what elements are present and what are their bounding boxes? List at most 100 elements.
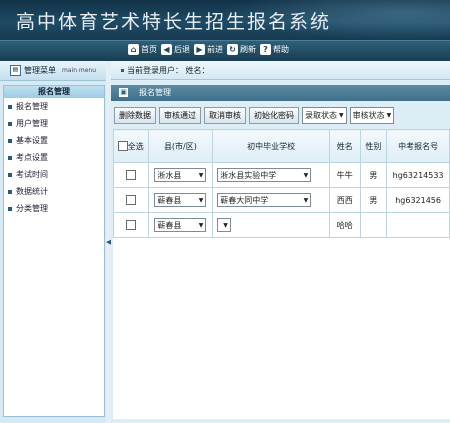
bullet-icon	[121, 68, 124, 72]
county-cell: 蕲春县 ▼	[147, 187, 214, 213]
registration-table-wrapper: 全选 县(市/区) 初中毕业学校 姓名 性别 中考报名号 淅水县 ▼ 淅水县实验中学…	[113, 129, 450, 419]
nav-label: 后退	[174, 45, 190, 54]
table-header-row: 全选 县(市/区) 初中毕业学校 姓名 性别 中考报名号	[113, 129, 450, 163]
county-select[interactable]: 淅水县 ▼	[154, 168, 207, 182]
table-row: 蕲春县 ▼ ▼ 哈哈	[113, 212, 450, 238]
gender-cell: 男	[359, 187, 388, 213]
top-nav-items: ⌂ 首页 ◀ 后退 ▶ 前进 ↻ 刷新 ? 帮助	[128, 44, 289, 55]
row-checkbox[interactable]	[125, 220, 136, 230]
chevron-down-icon: ▼	[386, 112, 392, 119]
toolbar-button[interactable]: 删除数据	[114, 107, 156, 124]
select-value: 蕲春县	[157, 220, 182, 230]
sidebar-item-label: 报名管理	[16, 102, 48, 111]
nav-home-button[interactable]: ⌂ 首页	[128, 44, 157, 55]
sidebar-items: 报名管理用户管理基本设置考点设置考试时间 数据统计 分类管理	[4, 98, 104, 217]
sidebar-title-en: main menu	[62, 67, 97, 74]
select-value: 录取状态	[305, 111, 337, 120]
school-cell: ▼	[212, 212, 330, 238]
section-icon: ▣	[119, 88, 128, 97]
name-header: 姓名	[328, 129, 361, 163]
school-header: 初中毕业学校	[212, 129, 330, 163]
nav-forward-button[interactable]: ▶ 前进	[194, 44, 223, 55]
nav-label: 刷新	[240, 45, 256, 54]
reg-no-cell	[386, 212, 450, 238]
gender-cell	[359, 212, 388, 238]
sidebar-item[interactable]: 用户管理	[4, 115, 104, 132]
current-user-label: 当前登录用户： 姓名：	[127, 65, 210, 75]
bullet-icon	[8, 104, 12, 109]
toolbar-button[interactable]: 初始化密码	[249, 107, 299, 124]
nav-label: 前进	[207, 45, 223, 54]
nav-back-button[interactable]: ◀ 后退	[161, 44, 190, 55]
name-cell: 西西	[328, 187, 361, 213]
select-value: 审核状态	[352, 111, 385, 120]
county-cell: 淅水县 ▼	[147, 162, 214, 188]
county-cell: 蕲春县 ▼	[147, 212, 214, 238]
app-header: 高中体育艺术特长生招生报名系统	[0, 0, 450, 40]
sidebar-item[interactable]: 报名管理	[4, 98, 104, 115]
name-cell: 哈哈	[328, 212, 361, 238]
home-icon: ⌂	[128, 44, 139, 55]
school-cell: 蕲春大同中学 ▼	[212, 187, 330, 213]
select-value: 蕲春大同中学	[220, 195, 269, 205]
county-select[interactable]: 蕲春县 ▼	[154, 193, 207, 207]
nav-label: 首页	[141, 45, 157, 54]
sidebar: ▤ 管理菜单 main menu 报名管理 报名管理用户管理基本设置考点设置考试…	[0, 61, 107, 423]
chevron-down-icon: ▼	[303, 171, 309, 179]
sidebar-item[interactable]: 考试时间	[4, 166, 104, 183]
sidebar-item-label: 基本设置	[16, 136, 48, 145]
bullet-icon	[8, 121, 12, 126]
sidebar-header: ▤ 管理菜单 main menu	[0, 61, 106, 81]
row-checkbox[interactable]	[125, 195, 136, 205]
sidebar-item[interactable]: 考点设置	[4, 149, 104, 166]
chevron-down-icon: ▼	[303, 196, 309, 204]
row-select-cell	[113, 212, 149, 238]
sidebar-item[interactable]: 基本设置	[4, 132, 104, 149]
back-icon: ◀	[161, 44, 172, 55]
reg-no-header: 中考报名号	[386, 129, 450, 163]
select-all-checkbox[interactable]	[117, 141, 128, 151]
gender-cell: 男	[359, 162, 388, 188]
toolbar-filter-select[interactable]: 录取状态 ▼	[302, 107, 347, 124]
row-checkbox[interactable]	[125, 170, 136, 180]
sidebar-title: 管理菜单	[24, 66, 56, 75]
table-row: 淅水县 ▼ 淅水县实验中学 ▼ 牛牛男 hg63214533	[113, 162, 450, 188]
select-all-header[interactable]: 全选	[113, 129, 149, 163]
sidebar-item[interactable]: 数据统计	[4, 183, 104, 200]
school-select[interactable]: 蕲春大同中学 ▼	[217, 193, 312, 207]
chevron-down-icon: ▼	[198, 196, 204, 204]
gender-header: 性别	[359, 129, 388, 163]
school-select[interactable]: ▼	[217, 218, 231, 232]
sidebar-item-label: 考点设置	[16, 153, 48, 162]
bullet-icon	[8, 138, 12, 143]
school-cell: 淅水县实验中学 ▼	[212, 162, 330, 188]
chevron-down-icon: ▼	[339, 112, 344, 119]
reg-no-cell: hg63214533	[386, 162, 450, 188]
nav-help-button[interactable]: ? 帮助	[260, 44, 289, 55]
refresh-icon: ↻	[227, 44, 238, 55]
user-bar: 当前登录用户： 姓名：	[111, 61, 450, 80]
top-nav: ⌂ 首页 ◀ 后退 ▶ 前进 ↻ 刷新 ? 帮助	[0, 40, 450, 61]
toolbar-filter-select[interactable]: 审核状态 ▼	[349, 107, 395, 124]
toolbar-button[interactable]: 取消审核	[204, 107, 246, 124]
nav-label: 帮助	[273, 45, 289, 54]
bullet-icon	[8, 172, 12, 177]
bullet-icon	[8, 206, 12, 211]
section-header: ▣ 报名管理	[111, 85, 450, 101]
sidebar-selected-group[interactable]: 报名管理	[4, 86, 104, 98]
sidebar-item[interactable]: 分类管理	[4, 200, 104, 217]
school-select[interactable]: 淅水县实验中学 ▼	[217, 168, 312, 182]
row-select-cell	[113, 162, 149, 188]
forward-icon: ▶	[194, 44, 205, 55]
sidebar-item-label: 用户管理	[16, 119, 48, 128]
select-value: 淅水县实验中学	[220, 170, 277, 180]
chevron-down-icon: ▼	[198, 221, 204, 229]
select-value: 淅水县	[157, 170, 182, 180]
chevron-down-icon: ▼	[198, 171, 204, 179]
county-select[interactable]: 蕲春县 ▼	[154, 218, 207, 232]
toolbar-button[interactable]: 审核通过	[159, 107, 201, 124]
toolbar: 删除数据 审核通过 取消审核 初始化密码 录取状态 ▼ 审核状态 ▼	[114, 107, 450, 124]
nav-refresh-button[interactable]: ↻ 刷新	[227, 44, 256, 55]
main-content: ▣ 报名管理 删除数据 审核通过 取消审核 初始化密码 录取状态 ▼ 审核状态 ▼ 全选 县(…	[111, 80, 450, 423]
bullet-icon	[8, 189, 12, 194]
